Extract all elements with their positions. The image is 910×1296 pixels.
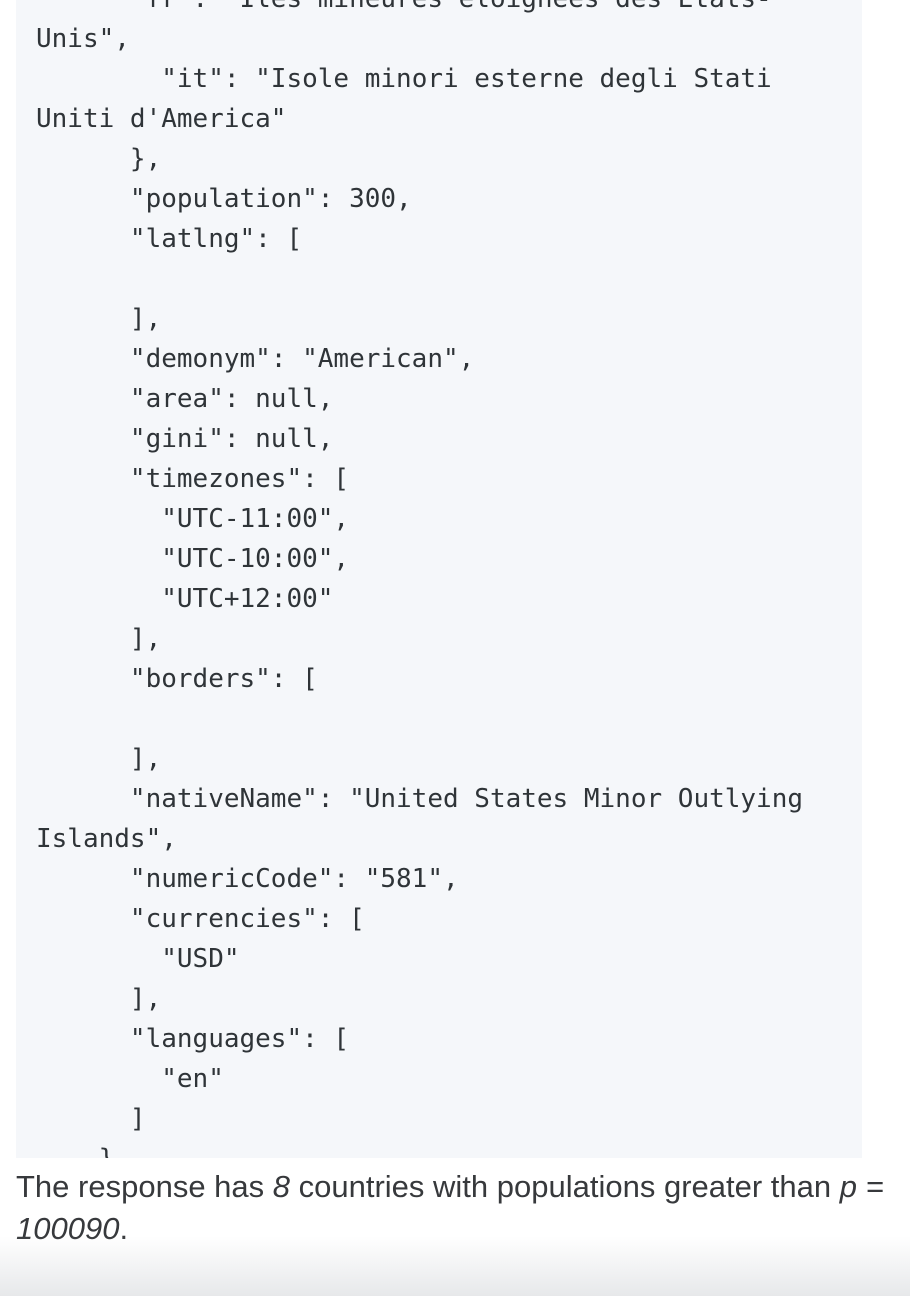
code-line: "UTC-10:00", bbox=[161, 544, 350, 574]
code-line: "gini": null, bbox=[129, 424, 334, 454]
code-line: "numericCode": "581", bbox=[129, 864, 459, 894]
code-line: "currencies": [ bbox=[129, 904, 365, 934]
code-line: ], bbox=[129, 304, 162, 334]
code-line: "borders": [ bbox=[129, 664, 318, 694]
code-line: "latlng": [ bbox=[129, 224, 303, 254]
code-line: "demonym": "American", bbox=[129, 344, 475, 374]
code-line: ], bbox=[129, 984, 162, 1014]
code-line: }.... bbox=[36, 1144, 177, 1158]
code-line: "en" bbox=[161, 1064, 224, 1094]
code-block: "fr": "Îles mineures éloignées des États… bbox=[16, 0, 862, 1158]
code-line: "fr": "Îles mineures éloignées des États… bbox=[36, 0, 772, 54]
caption-prefix: The response has bbox=[16, 1169, 273, 1204]
code-line: "nativeName": "United States Minor Outly… bbox=[36, 784, 804, 854]
code-line: "USD" bbox=[161, 944, 240, 974]
code-line: ], bbox=[129, 624, 162, 654]
country-count: 8 bbox=[272, 1169, 291, 1204]
result-caption: The response has 8 countries with popula… bbox=[16, 1166, 896, 1250]
code-line: "timezones": [ bbox=[129, 464, 350, 494]
caption-suffix: . bbox=[119, 1211, 129, 1246]
caption-middle: countries with populations greater than bbox=[290, 1169, 840, 1204]
code-line: ] bbox=[129, 1104, 146, 1134]
code-line: "UTC-11:00", bbox=[161, 504, 350, 534]
code-line: ], bbox=[129, 744, 162, 774]
code-line: "population": 300, bbox=[129, 184, 412, 214]
json-response-code: "fr": "Îles mineures éloignées des États… bbox=[16, 0, 862, 1158]
code-line: }, bbox=[129, 144, 162, 174]
code-line: "it": "Isole minori esterne degli Stati … bbox=[36, 64, 772, 134]
code-line: "area": null, bbox=[129, 384, 334, 414]
code-line: "languages": [ bbox=[129, 1024, 350, 1054]
code-line: "UTC+12:00" bbox=[161, 584, 334, 614]
